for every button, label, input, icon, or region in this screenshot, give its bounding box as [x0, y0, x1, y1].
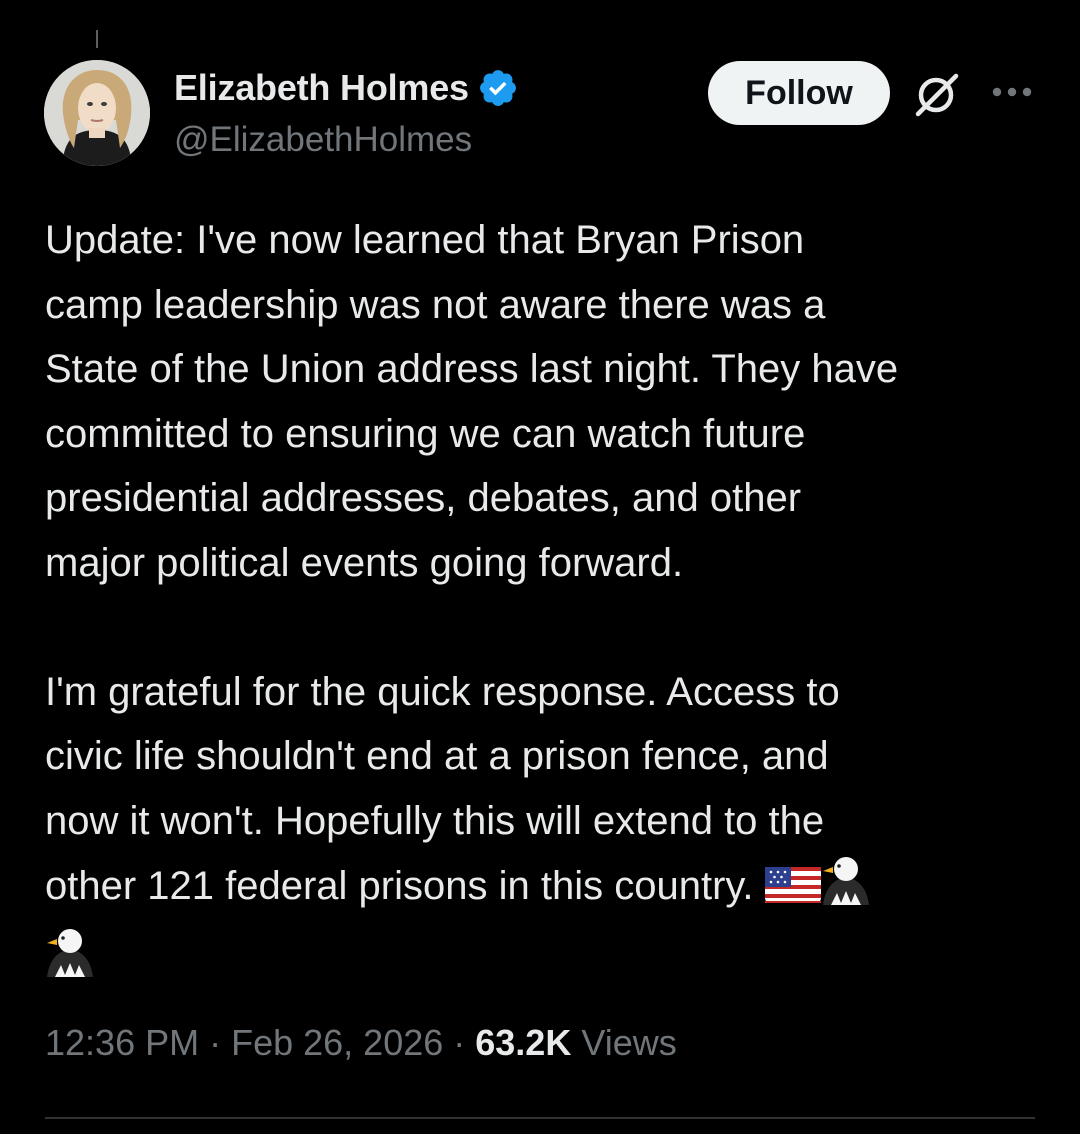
author-name-row: Elizabeth Holmes: [174, 66, 519, 110]
divider: [45, 1117, 1035, 1119]
views-count[interactable]: 63.2K: [475, 1022, 571, 1063]
tweet-text: Update: I've now learned that Bryan Pris…: [45, 208, 1045, 996]
eagle-emoji: [821, 853, 871, 925]
grok-slash-icon[interactable]: [910, 68, 962, 120]
meta-separator: ·: [199, 1022, 232, 1063]
more-dots-icon[interactable]: [988, 74, 1036, 110]
tweet-paragraph-2: I'm grateful for the quick response. Acc…: [45, 660, 1045, 997]
verified-badge-icon[interactable]: [477, 67, 519, 109]
views-label: Views: [571, 1022, 677, 1063]
author-display-name[interactable]: Elizabeth Holmes: [174, 67, 469, 109]
follow-button[interactable]: Follow: [708, 61, 890, 125]
meta-separator: ·: [443, 1022, 476, 1063]
eagle-emoji: [45, 925, 95, 997]
thread-connector-line: [96, 30, 98, 48]
tweet-date[interactable]: Feb 26, 2026: [231, 1022, 443, 1063]
tweet-paragraph-2-text: I'm grateful for the quick response. Acc…: [45, 669, 840, 909]
tweet-time[interactable]: 12:36 PM: [45, 1022, 199, 1063]
avatar-image: [44, 60, 150, 166]
avatar[interactable]: [44, 60, 150, 166]
us-flag-emoji: [764, 860, 821, 925]
tweet-paragraph-1: Update: I've now learned that Bryan Pris…: [45, 218, 899, 585]
author-handle[interactable]: @ElizabethHolmes: [174, 120, 472, 160]
tweet-header: Elizabeth Holmes @ElizabethHolmes Follow: [44, 60, 1044, 170]
tweet-metadata: 12:36 PM · Feb 26, 2026 · 63.2K Views: [45, 1022, 677, 1064]
